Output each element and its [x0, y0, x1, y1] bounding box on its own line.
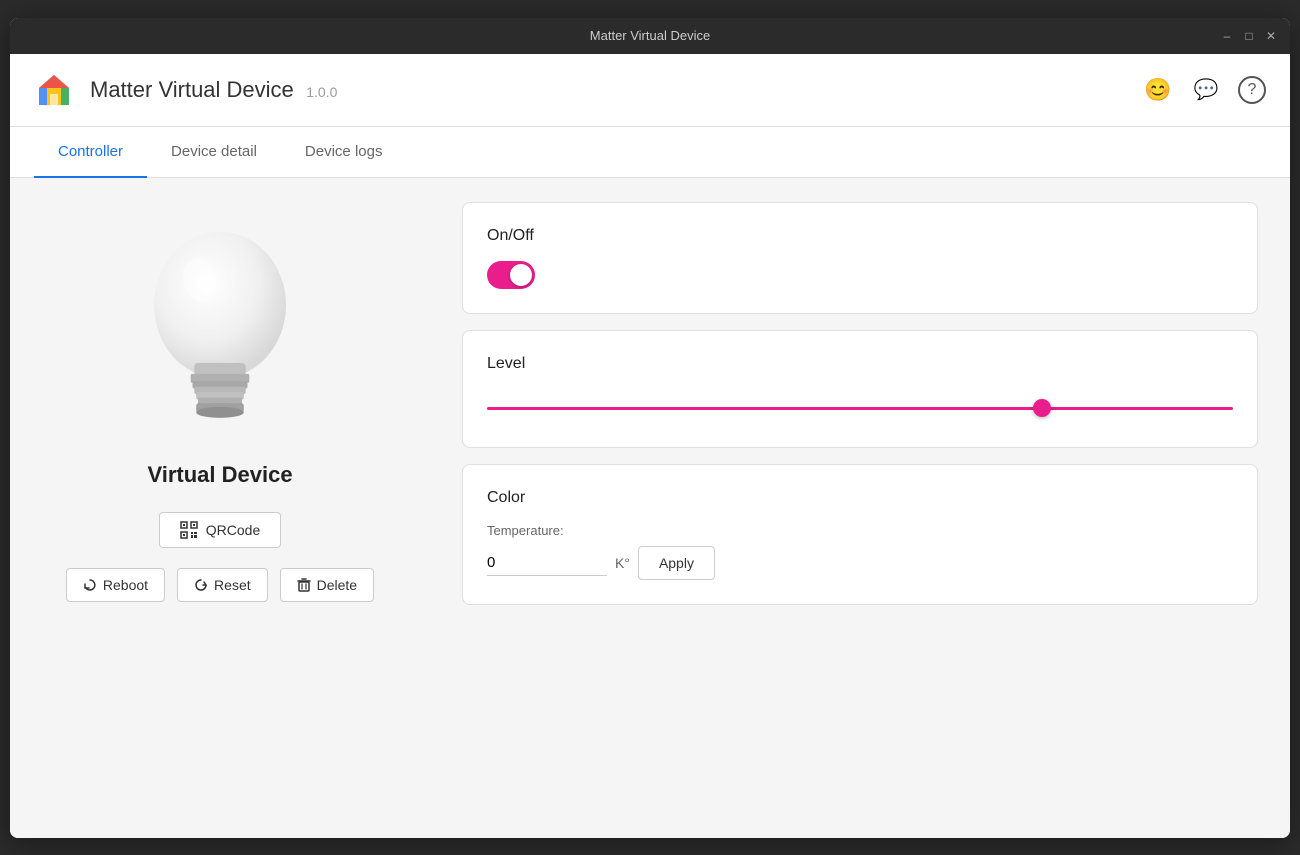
toggle-thumb [510, 264, 532, 286]
reset-button[interactable]: Reset [177, 568, 268, 602]
app-version: 1.0.0 [306, 84, 337, 100]
close-button[interactable]: ✕ [1264, 29, 1278, 43]
reboot-button[interactable]: Reboot [66, 568, 165, 602]
apply-button[interactable]: Apply [638, 546, 715, 580]
tab-device-logs[interactable]: Device logs [281, 127, 407, 178]
app-title-text: Matter Virtual Device [90, 77, 294, 102]
delete-label: Delete [317, 577, 357, 593]
temperature-row: K° Apply [487, 546, 1233, 580]
tab-device-detail[interactable]: Device detail [147, 127, 281, 178]
color-title: Color [487, 489, 1233, 507]
main-window: Matter Virtual Device – □ ✕ [10, 18, 1290, 838]
reboot-icon [83, 578, 97, 592]
delete-button[interactable]: Delete [280, 568, 374, 602]
titlebar-title: Matter Virtual Device [590, 28, 710, 43]
reset-icon [194, 578, 208, 592]
app-title: Matter Virtual Device 1.0.0 [90, 77, 337, 103]
qrcode-icon [180, 521, 198, 539]
header-left: Matter Virtual Device 1.0.0 [34, 70, 337, 110]
reboot-label: Reboot [103, 577, 148, 593]
qrcode-label: QRCode [206, 522, 260, 538]
tab-controller[interactable]: Controller [34, 127, 147, 178]
titlebar-controls: – □ ✕ [1220, 29, 1278, 43]
app-logo [34, 70, 74, 110]
reset-label: Reset [214, 577, 251, 593]
toggle-track [487, 261, 535, 289]
content-area: Virtual Device QRCode [10, 178, 1290, 838]
smiley-icon[interactable]: 😊 [1142, 74, 1174, 106]
help-icon[interactable]: ? [1238, 76, 1266, 104]
onoff-toggle[interactable] [487, 261, 535, 289]
titlebar: Matter Virtual Device – □ ✕ [10, 18, 1290, 54]
header: Matter Virtual Device 1.0.0 😊 💬 ? [10, 54, 1290, 127]
color-card: Color Temperature: K° Apply [462, 464, 1258, 605]
level-card: Level [462, 330, 1258, 448]
temperature-label: Temperature: [487, 523, 1233, 538]
maximize-button[interactable]: □ [1242, 29, 1256, 43]
minimize-button[interactable]: – [1220, 29, 1234, 43]
header-icons: 😊 💬 ? [1142, 74, 1266, 106]
level-title: Level [487, 355, 1233, 373]
action-buttons: Reboot Reset [66, 568, 374, 602]
onoff-card: On/Off [462, 202, 1258, 314]
level-slider[interactable] [487, 407, 1233, 410]
slider-container [487, 389, 1233, 423]
comment-icon[interactable]: 💬 [1190, 74, 1222, 106]
right-panel: On/Off Level Color Tem [430, 178, 1290, 838]
qrcode-button[interactable]: QRCode [159, 512, 281, 548]
bulb-image [120, 218, 320, 438]
temperature-input[interactable] [487, 550, 607, 576]
temperature-unit: K° [615, 555, 630, 571]
onoff-title: On/Off [487, 227, 1233, 245]
delete-icon [297, 578, 311, 592]
toggle-container [487, 261, 1233, 289]
tabs: Controller Device detail Device logs [10, 127, 1290, 178]
device-name: Virtual Device [147, 462, 292, 488]
left-panel: Virtual Device QRCode [10, 178, 430, 838]
